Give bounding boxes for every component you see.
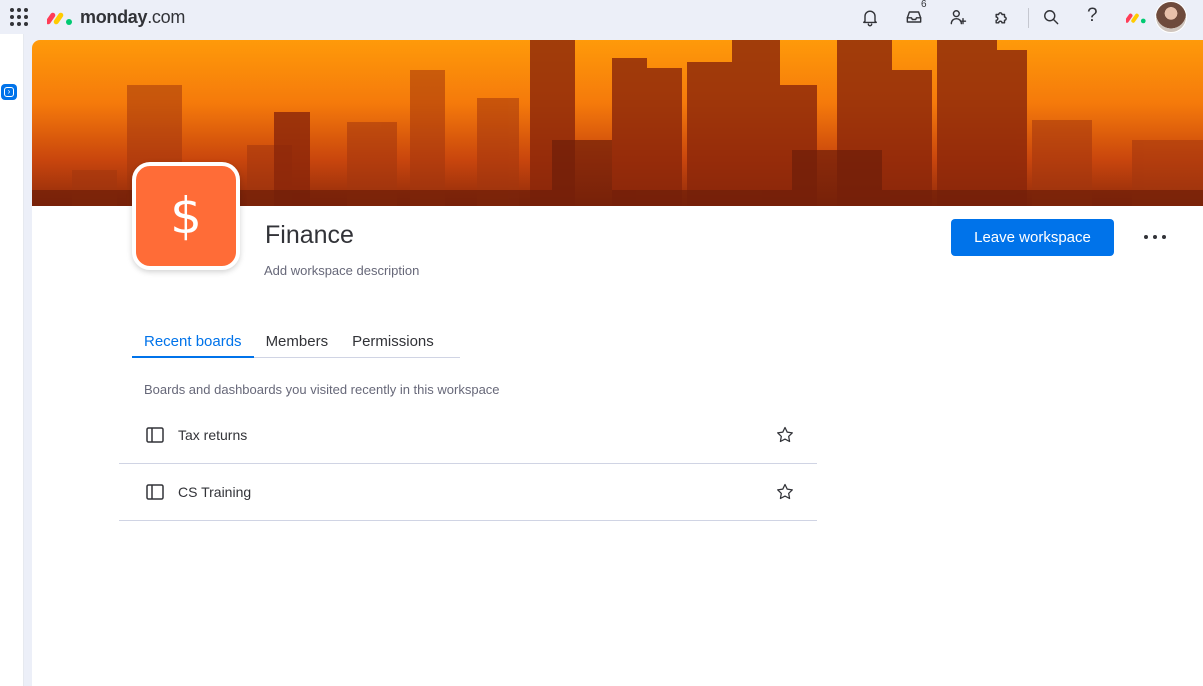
- tab-permissions[interactable]: Permissions: [340, 326, 446, 358]
- workspace-description-field[interactable]: Add workspace description: [264, 263, 419, 278]
- user-avatar[interactable]: [1155, 1, 1187, 33]
- monday-logo-icon: [47, 12, 72, 25]
- monday-logo[interactable]: monday.com: [47, 6, 185, 28]
- recent-boards-description: Boards and dashboards you visited recent…: [144, 382, 500, 397]
- help-icon[interactable]: ?: [1087, 5, 1098, 27]
- tab-recent-boards[interactable]: Recent boards: [132, 326, 254, 358]
- workspace-title[interactable]: Finance: [265, 221, 354, 250]
- left-rail: ›: [0, 34, 24, 686]
- board-icon: [146, 484, 164, 500]
- star-icon[interactable]: [775, 425, 795, 445]
- top-bar-divider: [1028, 8, 1029, 28]
- logo-text: monday.com: [80, 6, 186, 27]
- search-icon[interactable]: [1039, 5, 1063, 29]
- board-name: Tax returns: [178, 427, 248, 443]
- workspace-page: $ Finance Add workspace description Leav…: [32, 40, 1203, 686]
- inbox-count-badge: 6: [921, 0, 927, 10]
- top-bar: monday.com 6 ?: [0, 0, 1203, 34]
- board-row-cs-training[interactable]: CS Training: [119, 464, 817, 521]
- board-row-tax-returns[interactable]: Tax returns: [119, 407, 817, 464]
- puzzle-icon[interactable]: [990, 5, 1014, 29]
- expand-sidebar-icon[interactable]: ›: [1, 84, 17, 100]
- grid-icon[interactable]: [8, 6, 30, 28]
- bell-icon[interactable]: [858, 5, 882, 29]
- dollar-icon: $: [170, 187, 202, 245]
- board-name: CS Training: [178, 484, 252, 500]
- more-options-icon[interactable]: [1142, 226, 1168, 248]
- tab-members[interactable]: Members: [254, 326, 341, 358]
- leave-workspace-button[interactable]: Leave workspace: [951, 219, 1114, 256]
- star-icon[interactable]: [775, 482, 795, 502]
- monday-mini-logo-icon[interactable]: [1126, 9, 1148, 25]
- add-user-icon[interactable]: [946, 5, 970, 29]
- workspace-icon[interactable]: $: [132, 162, 240, 270]
- board-icon: [146, 427, 164, 443]
- workspace-tabs: Recent boards Members Permissions: [132, 326, 460, 358]
